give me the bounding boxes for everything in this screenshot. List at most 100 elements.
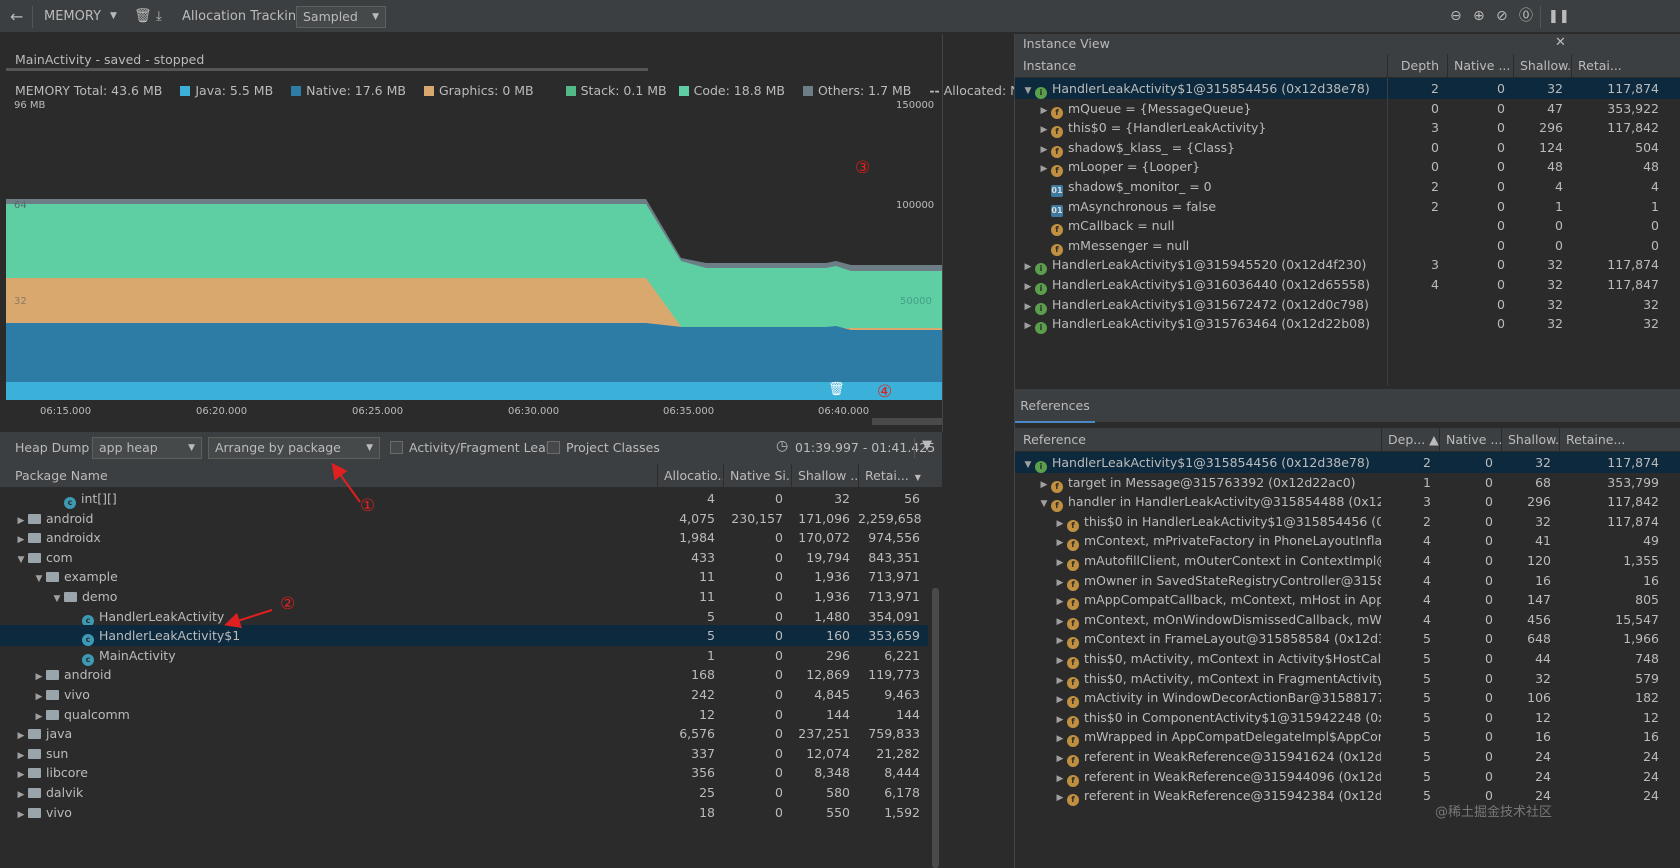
column-retained[interactable]: Retai... xyxy=(1571,54,1680,78)
table-row[interactable]: ▶ i HandlerLeakActivity$1@315672472 (0x12d… xyxy=(1015,294,1680,315)
table-row[interactable]: ▶ f this$0, mActivity, mContext in Activit… xyxy=(1015,648,1680,669)
table-row[interactable]: ▶ dalvik 25 0 580 6,178 xyxy=(0,782,928,803)
collapsed-arrow-icon[interactable]: ▶ xyxy=(1053,729,1067,747)
collapsed-arrow-icon[interactable]: ▶ xyxy=(1053,690,1067,708)
collapsed-arrow-icon[interactable]: ▶ xyxy=(1053,631,1067,649)
pause-icon[interactable]: ❚❚ xyxy=(1548,0,1570,33)
column-native[interactable]: Native ... xyxy=(1439,428,1501,452)
collapsed-arrow-icon[interactable]: ▶ xyxy=(1021,257,1035,275)
table-row[interactable]: ▶ f shadow$_klass_ = {Class} 0 0 124 504 xyxy=(1015,137,1680,158)
table-row[interactable]: c int[][] 4 0 32 56 xyxy=(0,488,928,509)
column-reference[interactable]: Reference xyxy=(1015,428,1381,452)
collapsed-arrow-icon[interactable]: ▶ xyxy=(1053,769,1067,787)
session-scroll-bar[interactable] xyxy=(6,68,648,71)
column-instance[interactable]: Instance xyxy=(1015,54,1387,78)
allocation-tracking-select[interactable]: Sampled ▼ xyxy=(296,6,386,28)
reset-zoom-icon[interactable]: ⊘ xyxy=(1496,0,1508,33)
tab-references[interactable]: References xyxy=(1015,389,1095,423)
collapsed-arrow-icon[interactable]: ▶ xyxy=(14,511,28,529)
collapsed-arrow-icon[interactable]: ▶ xyxy=(1053,553,1067,571)
column-native[interactable]: Native ... xyxy=(1447,54,1513,78)
heap-select[interactable]: app heap ▼ xyxy=(92,437,202,459)
column-depth-sorted[interactable]: Dep... ▲ xyxy=(1381,428,1439,452)
heap-dump-icon[interactable]: ⤓ xyxy=(156,0,162,33)
column-shallow[interactable]: Shallow... xyxy=(1513,54,1571,78)
table-row[interactable]: ▶ f mContext, mOnWindowDismissedCallback, … xyxy=(1015,609,1680,630)
table-row[interactable]: ▶ f referent in WeakReference@315944096 (0… xyxy=(1015,766,1680,787)
table-row[interactable]: c HandlerLeakActivity 5 0 1,480 354,091 xyxy=(0,606,928,627)
column-shallow-size[interactable]: Shallow ... xyxy=(791,464,858,488)
table-row[interactable]: ▶ vivo 18 0 550 1,592 xyxy=(0,802,928,823)
expanded-arrow-icon[interactable]: ▼ xyxy=(32,569,46,587)
collapsed-arrow-icon[interactable]: ▶ xyxy=(1037,120,1051,138)
table-row[interactable]: 01 mAsynchronous = false 2 0 1 1 xyxy=(1015,196,1680,217)
collapsed-arrow-icon[interactable]: ▶ xyxy=(1037,475,1051,493)
collapsed-arrow-icon[interactable]: ▶ xyxy=(1053,788,1067,806)
activity-fragment-leaks-checkbox[interactable]: Activity/Fragment Leaks xyxy=(390,440,559,455)
checkbox-icon[interactable] xyxy=(547,441,560,454)
collapsed-arrow-icon[interactable]: ▶ xyxy=(14,785,28,803)
close-icon[interactable]: ✕ xyxy=(1555,35,1566,50)
collapsed-arrow-icon[interactable]: ▶ xyxy=(1053,573,1067,591)
table-row[interactable]: c MainActivity 1 0 296 6,221 xyxy=(0,645,928,666)
collapsed-arrow-icon[interactable]: ▶ xyxy=(1037,159,1051,177)
memory-profiler-label[interactable]: MEMORY xyxy=(44,0,101,33)
table-row[interactable]: ▼ i HandlerLeakActivity$1@315854456 (0x12d… xyxy=(1015,452,1680,473)
collapsed-arrow-icon[interactable]: ▶ xyxy=(1021,297,1035,315)
chevron-down-icon[interactable]: ▼ xyxy=(110,0,117,33)
table-row[interactable]: ▶ f mAppCompatCallback, mContext, mHost in… xyxy=(1015,589,1680,611)
back-arrow-icon[interactable]: ← xyxy=(10,0,23,33)
collapsed-arrow-icon[interactable]: ▶ xyxy=(1053,710,1067,728)
table-row[interactable]: ▼ com 433 0 19,794 843,351 xyxy=(0,547,928,568)
table-row[interactable]: f mMessenger = null 0 0 0 xyxy=(1015,235,1680,256)
column-depth[interactable]: Depth xyxy=(1387,54,1447,78)
collapsed-arrow-icon[interactable]: ▶ xyxy=(1053,671,1067,689)
gc-event-icon[interactable]: 🗑 xyxy=(828,382,845,397)
table-row[interactable]: ▶ java 6,576 0 237,251 759,833 xyxy=(0,723,928,744)
zoom-out-icon[interactable]: ⊖ xyxy=(1450,0,1462,33)
table-row[interactable]: ▶ f referent in WeakReference@315942384 (0… xyxy=(1015,785,1680,807)
scroll-thumb[interactable] xyxy=(932,588,939,868)
table-row[interactable]: ▼ i HandlerLeakActivity$1@315854456 (0x12d… xyxy=(1015,78,1680,99)
table-row[interactable]: ▶ f mOwner in SavedStateRegistryController… xyxy=(1015,570,1680,591)
table-row[interactable]: ▶ f mContext, mPrivateFactory in PhoneLayo… xyxy=(1015,530,1680,552)
table-row[interactable]: ▼ example 11 0 1,936 713,971 xyxy=(0,566,928,587)
table-row[interactable]: ▶ f mWrapped in AppCompatDelegateImpl$AppC… xyxy=(1015,726,1680,748)
table-row[interactable]: ▶ i HandlerLeakActivity$1@316036440 (0x12d… xyxy=(1015,274,1680,295)
expanded-arrow-icon[interactable]: ▼ xyxy=(1021,81,1035,99)
table-row[interactable]: ▶ i HandlerLeakActivity$1@315763464 (0x12d… xyxy=(1015,313,1680,335)
table-row[interactable]: c HandlerLeakActivity$1 5 0 160 353,659 xyxy=(0,625,928,647)
project-classes-checkbox[interactable]: Project Classes xyxy=(547,440,660,455)
table-row[interactable]: ▶ vivo 242 0 4,845 9,463 xyxy=(0,684,928,705)
collapsed-arrow-icon[interactable]: ▶ xyxy=(1037,140,1051,158)
collapsed-arrow-icon[interactable]: ▶ xyxy=(32,667,46,685)
table-row[interactable]: 01 shadow$_monitor_ = 0 2 0 4 4 xyxy=(1015,176,1680,197)
expanded-arrow-icon[interactable]: ▼ xyxy=(50,589,64,607)
column-shallow[interactable]: Shallow... xyxy=(1501,428,1559,452)
column-native-size[interactable]: Native Si... xyxy=(723,464,791,488)
table-row[interactable]: ▶ android 4,075 230,157 171,096 2,259,658 xyxy=(0,508,928,529)
column-package-name[interactable]: Package Name xyxy=(0,464,657,488)
column-retained[interactable]: Retaine... xyxy=(1559,428,1680,452)
trash-icon[interactable]: 🗑 xyxy=(134,0,152,33)
arrange-select[interactable]: Arrange by package ▼ xyxy=(208,437,380,459)
table-row[interactable]: ▶ f referent in WeakReference@315941624 (0… xyxy=(1015,746,1680,767)
collapsed-arrow-icon[interactable]: ▶ xyxy=(14,530,28,548)
table-row[interactable]: ▶ android 168 0 12,869 119,773 xyxy=(0,664,928,685)
collapsed-arrow-icon[interactable]: ▶ xyxy=(1053,533,1067,551)
zoom-in-icon[interactable]: ⊕ xyxy=(1473,0,1485,33)
table-row[interactable]: ▶ libcore 356 0 8,348 8,444 xyxy=(0,762,928,783)
table-row[interactable]: ▶ androidx 1,984 0 170,072 974,556 xyxy=(0,527,928,548)
table-row[interactable]: ▼ f handler in HandlerLeakActivity@3158544… xyxy=(1015,491,1680,513)
table-row[interactable]: ▶ qualcomm 12 0 144 144 xyxy=(0,704,928,725)
memory-chart[interactable] xyxy=(6,100,942,432)
collapsed-arrow-icon[interactable]: ▶ xyxy=(14,746,28,764)
table-row[interactable]: ▼ demo 11 0 1,936 713,971 xyxy=(0,586,928,607)
table-row[interactable]: ▶ f mAutofillClient, mOuterContext in Cont… xyxy=(1015,550,1680,571)
collapsed-arrow-icon[interactable]: ▶ xyxy=(1053,514,1067,532)
filter-icon[interactable]: ▼ xyxy=(922,438,932,453)
expanded-arrow-icon[interactable]: ▼ xyxy=(1037,494,1051,512)
table-row[interactable]: ▶ f this$0 = {HandlerLeakActivity} 3 0 296 117… xyxy=(1015,117,1680,139)
table-row[interactable]: ▶ i HandlerLeakActivity$1@315945520 (0x12d… xyxy=(1015,254,1680,276)
expanded-arrow-icon[interactable]: ▼ xyxy=(14,550,28,568)
